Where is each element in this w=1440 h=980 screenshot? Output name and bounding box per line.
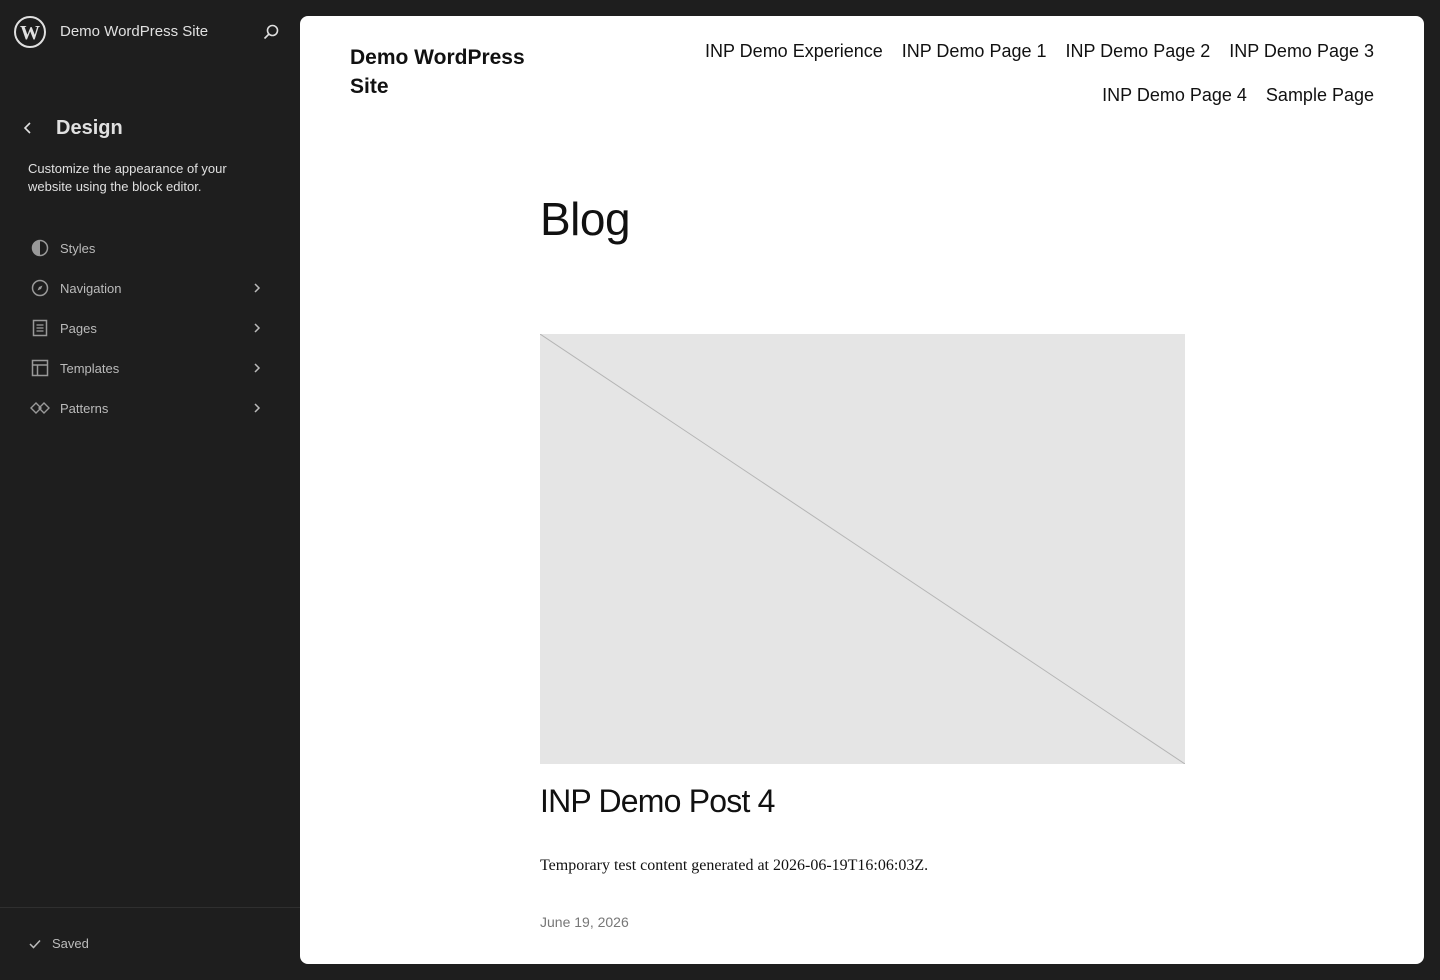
post-date: June 19, 2026 xyxy=(540,914,629,930)
save-status-label: Saved xyxy=(52,936,89,951)
placeholder-diagonal xyxy=(539,333,1186,765)
chevron-right-icon xyxy=(254,283,261,293)
section-description: Customize the appearance of your website… xyxy=(28,161,227,194)
chevron-right-icon xyxy=(254,323,261,333)
site-navigation: INP Demo Experience INP Demo Page 1 INP … xyxy=(574,36,1374,110)
menu-item-label: Pages xyxy=(60,321,97,336)
back-button[interactable] xyxy=(17,117,39,139)
nav-link-inp-demo-page-4[interactable]: INP Demo Page 4 xyxy=(1102,80,1247,110)
nav-link-inp-demo-experience[interactable]: INP Demo Experience xyxy=(705,36,883,66)
footer-divider xyxy=(0,907,300,908)
nav-link-inp-demo-page-2[interactable]: INP Demo Page 2 xyxy=(1066,36,1211,66)
menu-item-label: Templates xyxy=(60,361,120,376)
site-preview-canvas[interactable]: Demo WordPress Site INP Demo Experience … xyxy=(300,16,1424,964)
sidebar: W Demo WordPress Site Design Customize t… xyxy=(0,0,300,980)
design-menu: Styles Navigation Pages Templates Patter… xyxy=(16,228,284,428)
page-title: Blog xyxy=(540,193,631,245)
menu-item-styles[interactable]: Styles xyxy=(16,228,284,268)
menu-item-templates[interactable]: Templates xyxy=(16,348,284,388)
menu-item-patterns[interactable]: Patterns xyxy=(16,388,284,428)
chevron-left-icon xyxy=(23,122,31,134)
patterns-icon xyxy=(30,402,50,414)
nav-link-sample-page[interactable]: Sample Page xyxy=(1266,80,1374,110)
search-icon[interactable] xyxy=(261,22,281,42)
menu-item-label: Styles xyxy=(60,241,96,256)
site-hub: W Demo WordPress Site xyxy=(0,0,300,64)
chevron-right-icon xyxy=(254,363,261,373)
featured-image-placeholder[interactable] xyxy=(539,333,1186,765)
templates-icon xyxy=(31,359,49,377)
svg-text:W: W xyxy=(20,22,40,44)
site-name[interactable]: Demo WordPress Site xyxy=(60,23,208,40)
menu-item-label: Navigation xyxy=(60,281,122,296)
wordpress-logo-icon[interactable]: W xyxy=(14,16,46,48)
nav-link-inp-demo-page-1[interactable]: INP Demo Page 1 xyxy=(902,36,1047,66)
nav-link-inp-demo-page-3[interactable]: INP Demo Page 3 xyxy=(1229,36,1374,66)
menu-item-pages[interactable]: Pages xyxy=(16,308,284,348)
post-title[interactable]: INP Demo Post 4 xyxy=(540,783,775,820)
post-excerpt: Temporary test content generated at 2026… xyxy=(540,857,929,874)
save-status: Saved xyxy=(28,936,89,951)
menu-item-label: Patterns xyxy=(60,401,109,416)
menu-item-navigation[interactable]: Navigation xyxy=(16,268,284,308)
navigation-icon xyxy=(31,279,49,297)
section-title: Design xyxy=(56,117,123,139)
check-icon xyxy=(29,939,41,949)
site-title[interactable]: Demo WordPress Site xyxy=(350,43,540,101)
styles-icon xyxy=(31,239,49,257)
pages-icon xyxy=(32,319,48,337)
chevron-right-icon xyxy=(254,403,261,413)
